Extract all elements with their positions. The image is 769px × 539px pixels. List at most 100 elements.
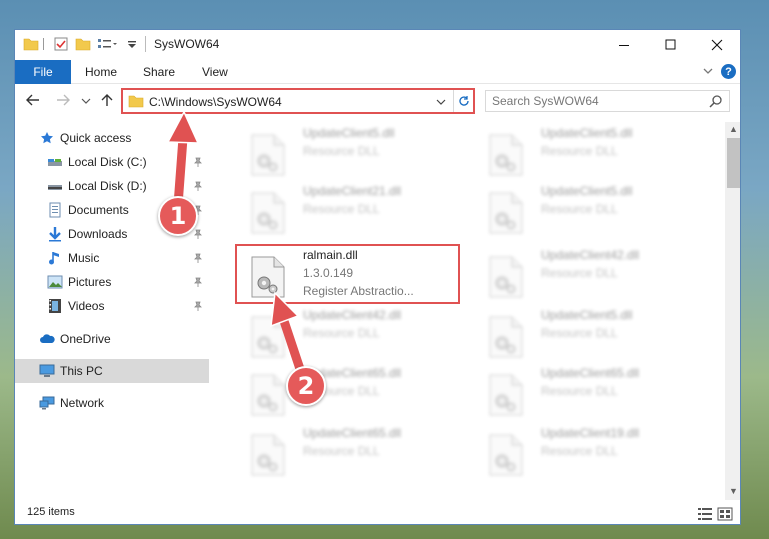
tab-view[interactable]: View (202, 65, 228, 79)
pin-icon[interactable] (193, 276, 203, 290)
file-description: Resource DLL (541, 384, 618, 398)
dll-file-icon (489, 434, 523, 476)
address-path[interactable]: C:\Windows\SysWOW64 (149, 95, 282, 109)
file-description: Resource DLL (541, 266, 618, 280)
sidebar-item-label: Quick access (60, 131, 132, 145)
search-input[interactable] (492, 94, 692, 108)
file-item[interactable]: UpdateClient5.dll Resource DLL (481, 126, 711, 186)
details-view-icon[interactable] (697, 507, 713, 524)
file-item[interactable]: UpdateClient42.dll Resource DLL (481, 248, 711, 308)
videos-icon (47, 298, 63, 314)
back-arrow-icon[interactable] (25, 92, 41, 111)
scrollbar-thumb[interactable] (727, 138, 740, 188)
properties-icon[interactable] (53, 36, 69, 54)
sidebar-item-music[interactable]: Music (15, 246, 209, 270)
minimize-button[interactable] (602, 30, 648, 60)
quick-access-separator (43, 38, 45, 56)
sidebar-item-label: Documents (68, 203, 129, 217)
sidebar-item-local-disk-c[interactable]: Local Disk (C:) (15, 150, 209, 174)
pin-icon[interactable] (193, 228, 203, 242)
window-title: SysWOW64 (154, 37, 220, 51)
sidebar-item-videos[interactable]: Videos (15, 294, 209, 318)
documents-icon (47, 202, 63, 218)
navigation-bar: C:\Windows\SysWOW64 (15, 84, 740, 118)
status-bar: 125 items (15, 502, 740, 524)
file-description: Resource DLL (303, 326, 380, 340)
file-item[interactable]: UpdateClient42.dll Resource DLL (243, 308, 473, 368)
file-description: Resource DLL (541, 444, 618, 458)
file-item[interactable]: UpdateClient19.dll Resource DLL (481, 426, 711, 486)
close-button[interactable] (694, 30, 740, 60)
sidebar-item-network[interactable]: Network (15, 391, 209, 415)
scroll-down-icon[interactable]: ▼ (729, 486, 738, 496)
search-icon[interactable] (709, 94, 723, 111)
file-name: UpdateClient5.dll (541, 308, 633, 322)
sidebar-item-quick-access[interactable]: Quick access (15, 126, 209, 150)
folder-icon (128, 93, 144, 112)
pin-icon[interactable] (193, 156, 203, 170)
sidebar-item-label: Music (68, 251, 100, 265)
maximize-button[interactable] (648, 30, 694, 60)
file-description: Resource DLL (303, 384, 380, 398)
title-bar: SysWOW64 (15, 30, 740, 60)
file-name: UpdateClient5.dll (541, 126, 633, 140)
network-icon (39, 395, 55, 411)
address-bar[interactable]: C:\Windows\SysWOW64 (121, 88, 475, 114)
forward-arrow-icon[interactable] (55, 92, 71, 111)
file-name: UpdateClient21.dll (303, 184, 402, 198)
file-item[interactable]: UpdateClient21.dll Resource DLL (243, 184, 473, 244)
dll-file-icon (251, 134, 285, 176)
tab-file[interactable]: File (15, 60, 71, 84)
file-description: Resource DLL (303, 144, 380, 158)
drive-icon (47, 154, 63, 170)
customize-toolbar-icon[interactable] (127, 39, 137, 57)
new-folder-icon[interactable] (75, 36, 91, 54)
large-icons-view-icon[interactable] (717, 507, 733, 524)
file-item[interactable]: UpdateClient5.dll Resource DLL (481, 308, 711, 368)
dll-file-icon (489, 374, 523, 416)
onedrive-icon (39, 331, 55, 347)
dll-file-icon (251, 192, 285, 234)
refresh-icon (458, 96, 469, 106)
sidebar-item-label: Local Disk (C:) (68, 155, 147, 169)
file-item[interactable]: UpdateClient5.dll Resource DLL (481, 184, 711, 244)
recent-locations-icon[interactable] (81, 95, 91, 109)
download-icon (47, 226, 63, 242)
file-item[interactable]: UpdateClient65.dll Resource DLL (481, 366, 711, 426)
file-name: UpdateClient5.dll (303, 126, 395, 140)
file-description: Resource DLL (303, 202, 380, 216)
search-box[interactable] (485, 90, 730, 112)
tab-home[interactable]: Home (85, 65, 117, 79)
view-options-icon[interactable] (97, 36, 117, 54)
file-list: UpdateClient5.dll Resource DLL UpdateClien… (223, 122, 723, 500)
computer-icon (39, 363, 55, 379)
pin-icon[interactable] (193, 252, 203, 266)
file-item[interactable]: UpdateClient65.dll Resource DLL (243, 366, 473, 426)
ribbon-tabs: File Home Share View ? (15, 60, 740, 84)
dll-file-icon (489, 134, 523, 176)
item-count: 125 items (27, 506, 75, 518)
folder-icon (23, 36, 39, 54)
tab-share[interactable]: Share (143, 65, 175, 79)
file-description: Resource DLL (541, 326, 618, 340)
chevron-down-icon[interactable] (702, 65, 714, 80)
title-separator (145, 36, 146, 52)
pictures-icon (47, 274, 63, 290)
help-button[interactable]: ? (721, 64, 736, 79)
file-description: Resource DLL (303, 444, 380, 458)
file-item[interactable]: UpdateClient65.dll Resource DLL (243, 426, 473, 486)
sidebar-item-pictures[interactable]: Pictures (15, 270, 209, 294)
sidebar-item-local-disk-d[interactable]: Local Disk (D:) (15, 174, 209, 198)
pin-icon[interactable] (193, 300, 203, 314)
vertical-scrollbar[interactable]: ▲ ▼ (725, 122, 740, 500)
pin-icon[interactable] (193, 180, 203, 194)
file-item[interactable]: UpdateClient5.dll Resource DLL (243, 126, 473, 186)
refresh-button[interactable] (453, 90, 473, 112)
sidebar-item-this-pc[interactable]: This PC (15, 359, 209, 383)
sidebar-item-onedrive[interactable]: OneDrive (15, 327, 209, 351)
scroll-up-icon[interactable]: ▲ (729, 124, 738, 134)
sidebar-item-label: Pictures (68, 275, 112, 289)
chevron-down-icon[interactable] (435, 96, 447, 110)
up-arrow-icon[interactable] (99, 92, 115, 111)
file-description: Resource DLL (541, 202, 618, 216)
